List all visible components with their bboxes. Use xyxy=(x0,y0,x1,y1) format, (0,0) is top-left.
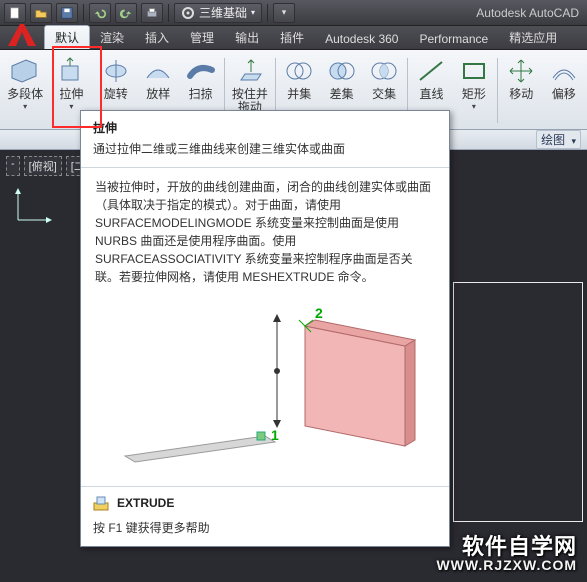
undo-icon xyxy=(93,6,107,20)
tab-manage[interactable]: 管理 xyxy=(180,26,225,49)
save-button[interactable] xyxy=(56,3,78,23)
subtract-icon xyxy=(325,56,359,86)
tooltip-help: 按 F1 键获得更多帮助 xyxy=(81,519,449,546)
cmd-label: 移动 xyxy=(509,88,533,101)
cmd-move[interactable]: 移动 xyxy=(500,52,542,126)
titlebar: 三维基础 ▾ ▾ Autodesk AutoCAD xyxy=(0,0,587,26)
watermark-line1: 软件自学网 xyxy=(436,538,577,556)
revolve-icon xyxy=(99,56,133,86)
tab-insert[interactable]: 插入 xyxy=(135,26,180,49)
cmd-label: 旋转 xyxy=(104,88,128,101)
intersect-icon xyxy=(367,56,401,86)
cmd-label: 直线 xyxy=(419,88,443,101)
panel-divider xyxy=(497,58,498,123)
autocad-logo-icon xyxy=(4,20,40,50)
undo-button[interactable] xyxy=(89,3,111,23)
cmd-label: 偏移 xyxy=(552,88,576,101)
cmd-label: 放样 xyxy=(146,88,170,101)
app-title: Autodesk AutoCAD xyxy=(476,6,583,20)
tab-a360[interactable]: Autodesk 360 xyxy=(315,29,409,49)
cmd-label: 并集 xyxy=(287,88,311,101)
chevron-down-icon: ▾ xyxy=(472,103,476,111)
tab-performance[interactable]: Performance xyxy=(409,29,499,49)
print-button[interactable] xyxy=(141,3,163,23)
sweep-icon xyxy=(184,56,218,86)
cmd-label: 拉伸 xyxy=(59,88,83,101)
tooltip-title: 拉伸 xyxy=(81,111,449,140)
cmd-label: 多段体 xyxy=(7,88,43,101)
tooltip-footer: EXTRUDE xyxy=(81,486,449,519)
panel-pill-label: 绘图 xyxy=(541,133,565,147)
save-icon xyxy=(60,6,74,20)
gear-icon xyxy=(181,6,195,20)
rectangle-icon xyxy=(457,56,491,86)
cmd-rectangle[interactable]: 矩形 ▾ xyxy=(453,52,495,126)
workspace-dropdown[interactable]: 三维基础 ▾ xyxy=(174,3,262,23)
panel-pill[interactable]: 绘图 ▾ xyxy=(536,130,581,149)
presspull-icon xyxy=(233,56,267,86)
tooltip-short-desc: 通过拉伸二维或三维曲线来创建三维实体或曲面 xyxy=(81,140,449,167)
tooltip-diagram: 2 1 xyxy=(81,296,449,486)
cmd-label: 交集 xyxy=(372,88,396,101)
chevron-down-icon: ▾ xyxy=(282,7,287,18)
tab-output[interactable]: 输出 xyxy=(225,26,270,49)
polysolid-icon xyxy=(8,56,42,86)
command-icon xyxy=(93,495,109,511)
line-icon xyxy=(414,56,448,86)
cmd-label: 矩形 xyxy=(462,88,486,101)
chevron-down-icon: ▾ xyxy=(251,8,255,17)
viewport-label[interactable]: [俯视] xyxy=(24,156,62,176)
qat-separator xyxy=(168,4,169,22)
watermark-line2: WWW.RJZXW.COM xyxy=(436,556,577,574)
cmd-label: 差集 xyxy=(330,88,354,101)
union-icon xyxy=(282,56,316,86)
extrude-icon xyxy=(54,56,88,86)
cmd-offset[interactable]: 偏移 xyxy=(543,52,585,126)
qat-separator xyxy=(83,4,84,22)
tab-addins[interactable]: 插件 xyxy=(270,26,315,49)
chevron-down-icon: ▾ xyxy=(23,103,27,111)
open-icon xyxy=(34,6,48,20)
cmd-polysolid[interactable]: 多段体 ▾ xyxy=(2,52,48,126)
chevron-down-icon: ▾ xyxy=(69,103,73,111)
print-icon xyxy=(145,6,159,20)
redo-icon xyxy=(119,6,133,20)
tooltip-long-desc: 当被拉伸时，开放的曲线创建曲面，闭合的曲线创建实体或曲面（具体取决于指定的模式）… xyxy=(81,168,449,296)
qat-more-button[interactable]: ▾ xyxy=(273,3,295,23)
redo-button[interactable] xyxy=(115,3,137,23)
diagram-marker-1: 1 xyxy=(271,427,279,443)
tab-featured[interactable]: 精选应用 xyxy=(499,26,568,49)
cmd-label: 扫掠 xyxy=(189,88,213,101)
command-tooltip: 拉伸 通过拉伸二维或三维曲线来创建三维实体或曲面 当被拉伸时，开放的曲线创建曲面… xyxy=(80,110,450,547)
ucs-axis-icon xyxy=(10,182,56,228)
diagram-marker-2: 2 xyxy=(315,306,323,321)
ribbon-tabs: 默认 渲染 插入 管理 输出 插件 Autodesk 360 Performan… xyxy=(0,26,587,50)
qat-separator xyxy=(267,4,268,22)
extrude-diagram-icon: 2 1 xyxy=(105,306,425,476)
tab-default[interactable]: 默认 xyxy=(44,25,90,49)
loft-icon xyxy=(141,56,175,86)
viewport-label[interactable]: - xyxy=(6,156,20,176)
selection-rectangle xyxy=(453,282,583,522)
offset-icon xyxy=(547,56,581,86)
tooltip-command: EXTRUDE xyxy=(117,496,174,510)
move-icon xyxy=(504,56,538,86)
new-icon xyxy=(8,6,22,20)
tab-render[interactable]: 渲染 xyxy=(90,26,135,49)
chevron-down-icon: ▾ xyxy=(571,136,576,146)
workspace-label: 三维基础 xyxy=(199,4,247,21)
app-logo[interactable] xyxy=(4,20,40,50)
watermark: 软件自学网 WWW.RJZXW.COM xyxy=(436,538,577,574)
